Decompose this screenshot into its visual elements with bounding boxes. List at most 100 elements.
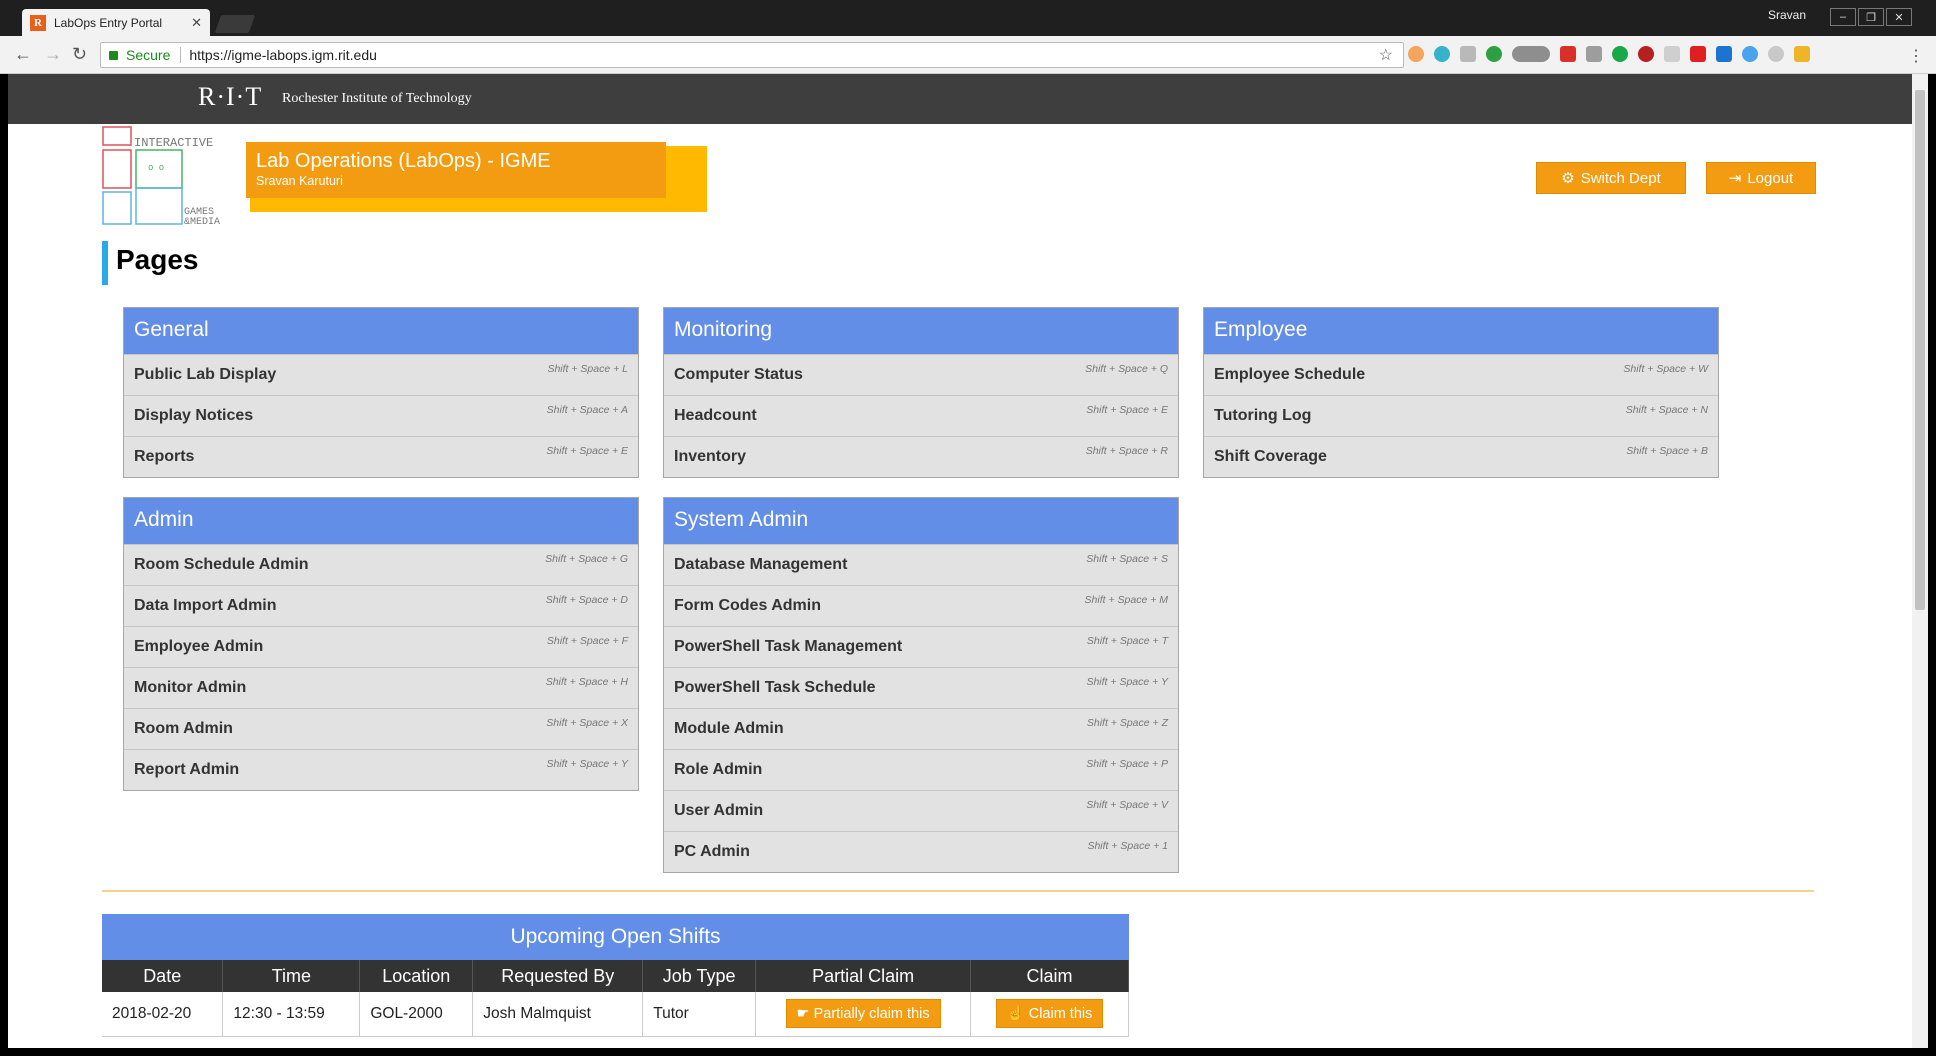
scrollbar-thumb[interactable] [1915, 90, 1925, 610]
address-bar[interactable]: Secure https://igme-labops.igm.rit.edu ☆ [100, 42, 1404, 68]
page-link-reports[interactable]: Reports Shift + Space + E [124, 436, 638, 477]
cloud-icon[interactable] [1742, 46, 1758, 62]
extension-icon[interactable] [1768, 46, 1784, 62]
panel-title: General [124, 308, 638, 354]
extension-icon[interactable] [1638, 46, 1654, 62]
page-link-tutoring-log[interactable]: Tutoring Log Shift + Space + N [1204, 395, 1718, 436]
upcoming-shifts-panel: Upcoming Open Shifts Date Time Location … [102, 914, 1129, 1037]
column-header-claim[interactable]: Claim [970, 960, 1129, 992]
page-link-shift-coverage[interactable]: Shift Coverage Shift + Space + B [1204, 436, 1718, 477]
cell-partial-claim: ☛ Partially claim this [755, 992, 972, 1037]
column-header-date[interactable]: Date [102, 960, 224, 992]
close-window-icon[interactable]: ✕ [1886, 8, 1912, 26]
rit-logo[interactable]: R·I·T [198, 82, 262, 112]
page-link-room-schedule-admin[interactable]: Room Schedule Admin Shift + Space + G [124, 544, 638, 585]
shortcut-hint: Shift + Space + G [545, 553, 628, 565]
page-link-module-admin[interactable]: Module Admin Shift + Space + Z [664, 708, 1178, 749]
cell-date: 2018-02-20 [102, 992, 224, 1037]
logout-button[interactable]: ⇥ Logout [1706, 162, 1816, 194]
hand-icon: ☛ [796, 1005, 814, 1022]
app-header: Lab Operations (LabOps) - IGME Sravan Ka… [246, 142, 666, 198]
shortcut-hint: Shift + Space + E [546, 445, 628, 457]
extension-icon[interactable] [1664, 46, 1680, 62]
os-taskbar [0, 1048, 1936, 1056]
tab-title: LabOps Entry Portal [54, 15, 163, 30]
page-link-employee-admin[interactable]: Employee Admin Shift + Space + F [124, 626, 638, 667]
lock-icon [109, 50, 118, 60]
download-icon[interactable] [1460, 46, 1476, 62]
cell-requested-by: Josh Malmquist [472, 992, 644, 1037]
panel-title: System Admin [664, 498, 1178, 544]
shortcut-hint: Shift + Space + Y [546, 758, 628, 770]
column-header-location[interactable]: Location [359, 960, 474, 992]
shortcut-hint: Shift + Space + N [1625, 404, 1708, 416]
grammarly-icon[interactable] [1612, 46, 1628, 62]
page-link-user-admin[interactable]: User Admin Shift + Space + V [664, 790, 1178, 831]
panel-monitoring: Monitoring Computer Status Shift + Space … [663, 307, 1179, 478]
page-link-data-import-admin[interactable]: Data Import Admin Shift + Space + D [124, 585, 638, 626]
back-icon[interactable]: ← [14, 44, 32, 65]
browser-menu-icon[interactable]: ⋮ [1908, 46, 1924, 66]
column-header-partial-claim[interactable]: Partial Claim [755, 960, 972, 992]
maximize-icon[interactable]: ❐ [1858, 8, 1884, 26]
column-header-time[interactable]: Time [222, 960, 361, 992]
switch-dept-button[interactable]: ⚙ Switch Dept [1536, 162, 1686, 194]
shortcut-hint: Shift + Space + A [546, 404, 628, 416]
power-icon[interactable] [1486, 46, 1502, 62]
browser-titlebar: R LabOps Entry Portal ✕ Sravan – ❐ ✕ [0, 0, 1936, 36]
page-link-report-admin[interactable]: Report Admin Shift + Space + Y [124, 749, 638, 790]
extension-icon[interactable] [1794, 46, 1810, 62]
browser-tab[interactable]: R LabOps Entry Portal ✕ [22, 9, 210, 36]
forward-icon[interactable]: → [44, 44, 62, 65]
page-link-form-codes-admin[interactable]: Form Codes Admin Shift + Space + M [664, 585, 1178, 626]
page-link-inventory[interactable]: Inventory Shift + Space + R [664, 436, 1178, 477]
panel-system-admin: System Admin Database Management Shift + … [663, 497, 1179, 873]
panel-admin: Admin Room Schedule Admin Shift + Space +… [123, 497, 639, 791]
page-link-database-management[interactable]: Database Management Shift + Space + S [664, 544, 1178, 585]
window-controls: – ❐ ✕ [1830, 8, 1912, 26]
gears-icon: ⚙ [1561, 170, 1575, 187]
partial-claim-button[interactable]: ☛ Partially claim this [785, 999, 941, 1029]
page-link-headcount[interactable]: Headcount Shift + Space + E [664, 395, 1178, 436]
new-tab-button[interactable] [214, 15, 256, 33]
shortcut-hint: Shift + Space + P [1086, 758, 1168, 770]
shortcut-hint: Shift + Space + F [546, 635, 628, 647]
extension-icon[interactable] [1586, 46, 1602, 62]
shortcut-hint: Shift + Space + 1 [1087, 840, 1168, 852]
shortcut-hint: Shift + Space + V [1086, 799, 1168, 811]
page-link-computer-status[interactable]: Computer Status Shift + Space + Q [664, 354, 1178, 395]
app-title: Lab Operations (LabOps) - IGME [256, 150, 551, 172]
page-link-monitor-admin[interactable]: Monitor Admin Shift + Space + H [124, 667, 638, 708]
headphones-icon[interactable] [1434, 46, 1450, 62]
page-link-room-admin[interactable]: Room Admin Shift + Space + X [124, 708, 638, 749]
bookmark-star-icon[interactable]: ☆ [1379, 45, 1393, 65]
extension-icon[interactable] [1716, 46, 1732, 62]
column-header-requested-by[interactable]: Requested By [472, 960, 644, 992]
youtube-icon[interactable] [1690, 46, 1706, 62]
panel-employee: Employee Employee Schedule Shift + Space … [1203, 307, 1719, 478]
shortcut-hint: Shift + Space + Q [1085, 363, 1168, 375]
shortcut-hint: Shift + Space + X [546, 717, 628, 729]
extension-icon[interactable] [1408, 46, 1424, 62]
shortcut-hint: Shift + Space + H [545, 676, 628, 688]
rit-header-bar: R·I·T Rochester Institute of Technology [8, 74, 1912, 124]
page-link-display-notices[interactable]: Display Notices Shift + Space + A [124, 395, 638, 436]
toggle-off-icon[interactable] [1512, 46, 1550, 62]
page-link-employee-schedule[interactable]: Employee Schedule Shift + Space + W [1204, 354, 1718, 395]
shifts-title: Upcoming Open Shifts [102, 914, 1129, 960]
page-link-public-lab-display[interactable]: Public Lab Display Shift + Space + L [124, 354, 638, 395]
cell-time: 12:30 - 13:59 [222, 992, 361, 1037]
page-link-powershell-task-management[interactable]: PowerShell Task Management Shift + Space … [664, 626, 1178, 667]
extension-icon[interactable] [1560, 46, 1576, 62]
hand-pointer-icon: ☝ [1006, 1006, 1029, 1023]
claim-button[interactable]: ☝ Claim this [995, 999, 1104, 1029]
reload-icon[interactable]: ↻ [72, 44, 87, 65]
panel-title: Monitoring [664, 308, 1178, 354]
close-tab-icon[interactable]: ✕ [191, 15, 202, 31]
page-link-role-admin[interactable]: Role Admin Shift + Space + P [664, 749, 1178, 790]
column-header-job-type[interactable]: Job Type [642, 960, 757, 992]
profile-name[interactable]: Sravan [1768, 8, 1806, 22]
page-link-pc-admin[interactable]: PC Admin Shift + Space + 1 [664, 831, 1178, 872]
page-link-powershell-task-schedule[interactable]: PowerShell Task Schedule Shift + Space + … [664, 667, 1178, 708]
minimize-icon[interactable]: – [1830, 8, 1856, 26]
